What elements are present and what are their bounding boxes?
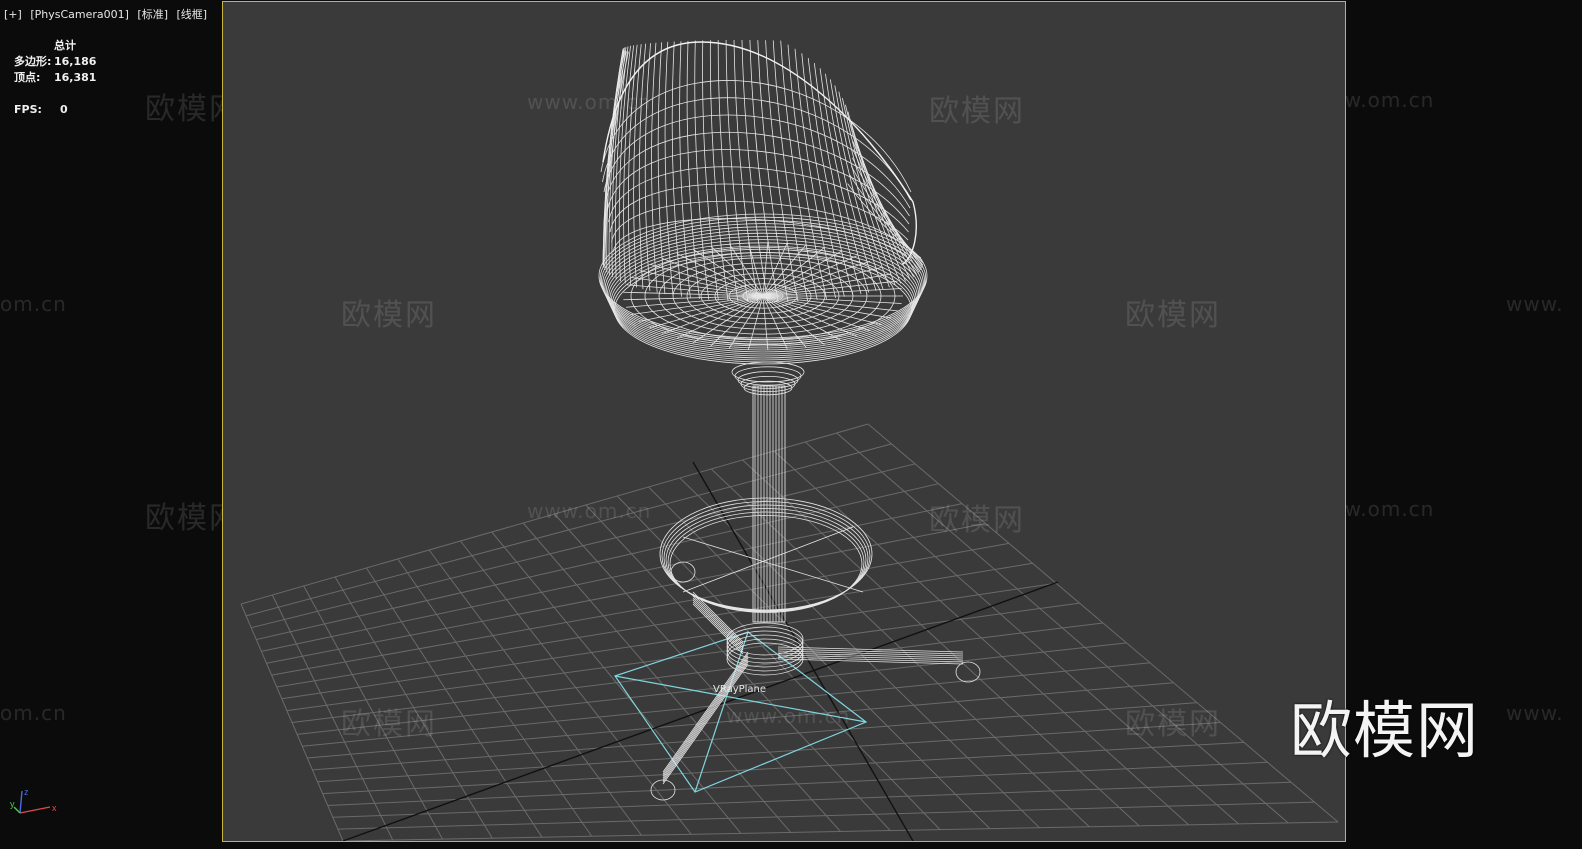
main-viewport[interactable]: 欧模网 欧模网 欧模网 欧模网 欧模网 欧模网 www.om.cn www.om… bbox=[222, 1, 1346, 842]
base-leg bbox=[692, 595, 744, 647]
backrest-strand bbox=[765, 40, 799, 302]
viewport-menu-button[interactable]: [+] bbox=[4, 8, 22, 21]
foot-ring bbox=[659, 497, 873, 611]
stats-fps-value: 0 bbox=[60, 103, 68, 116]
backrest-strand bbox=[807, 58, 854, 296]
grid-axis-x bbox=[342, 581, 1059, 841]
camera-menu-button[interactable]: [PhysCamera001] bbox=[30, 8, 129, 21]
stats-header: 总计 bbox=[54, 39, 76, 52]
grid-line bbox=[332, 781, 1292, 818]
grid-line bbox=[836, 432, 1289, 824]
watermark-url: www.om.cn bbox=[527, 90, 652, 114]
backrest-band bbox=[608, 166, 909, 233]
watermark-url: www. bbox=[1506, 701, 1564, 725]
backrest-strand bbox=[633, 44, 642, 288]
backrest-strand bbox=[644, 43, 651, 291]
watermark-text: 欧模网 bbox=[1125, 298, 1221, 333]
grid-line bbox=[327, 761, 1268, 806]
axis-y-label: y bbox=[10, 799, 15, 809]
backrest-strand bbox=[780, 40, 818, 300]
watermark-text: 欧模网 bbox=[1125, 707, 1221, 742]
shading-menu-standard[interactable]: [标准] bbox=[137, 8, 168, 21]
watermark-url: www.om.cn bbox=[527, 499, 652, 523]
brand-logo: 欧模网 bbox=[1290, 694, 1480, 767]
bar-stool-model bbox=[598, 39, 981, 801]
watermark-url: www.om.cn bbox=[726, 704, 851, 728]
leg-glide bbox=[955, 661, 981, 683]
stats-polygons-row: 多边形: 16,186 bbox=[14, 54, 96, 70]
stats-vertices-row: 顶点: 16,381 bbox=[14, 70, 96, 86]
shading-menu-wireframe[interactable]: [线框] bbox=[177, 8, 208, 21]
stats-vertices-label: 顶点: bbox=[14, 71, 41, 84]
axis-gizmo-icon: x z y bbox=[10, 787, 57, 814]
watermark-url: om.cn bbox=[0, 292, 67, 316]
backrest-strand bbox=[709, 40, 729, 302]
stats-fps-label: FPS: bbox=[14, 103, 42, 116]
watermark-url: om.cn bbox=[0, 701, 67, 725]
watermark-url: www. bbox=[1506, 292, 1564, 316]
viewport-label: [+] [PhysCamera001] [标准] [线框] bbox=[4, 6, 212, 22]
backrest-strand bbox=[733, 39, 759, 303]
watermark-text: 欧模网 bbox=[341, 298, 437, 333]
watermark-text: 欧模网 bbox=[341, 707, 437, 742]
scene-statistics: 总计 多边形: 16,186 顶点: 16,381 FPS: 0 bbox=[14, 38, 96, 118]
stats-polygons-value: 16,186 bbox=[54, 55, 97, 68]
grid-line bbox=[867, 423, 1339, 823]
stats-vertices-value: 16,381 bbox=[54, 71, 97, 84]
stats-fps-row: FPS: 0 bbox=[14, 102, 96, 118]
seat-radial bbox=[662, 258, 764, 297]
stats-polygons-label: 多边形: bbox=[14, 55, 52, 68]
watermark-text: 欧模网 bbox=[929, 94, 1025, 129]
backrest-strand bbox=[725, 40, 749, 302]
object-name-label: VRayPlane bbox=[713, 684, 767, 695]
watermark-text: 欧模网 bbox=[929, 503, 1025, 538]
axis-x-label: x bbox=[52, 803, 57, 813]
axis-z-label: z bbox=[24, 787, 29, 797]
